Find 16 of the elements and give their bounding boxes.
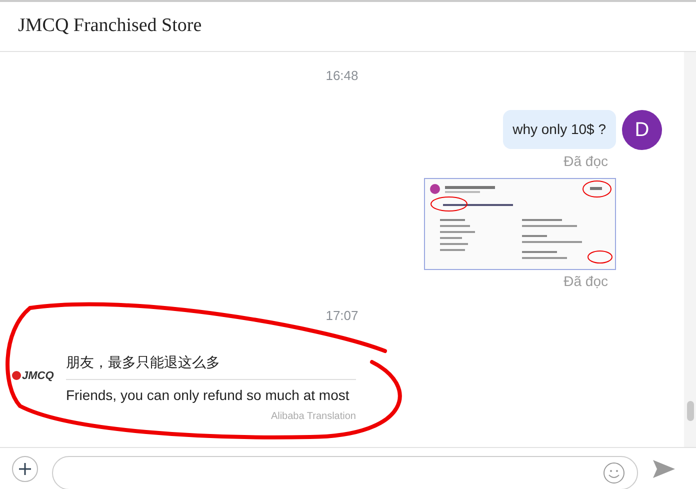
store-title: JMCQ Franchised Store bbox=[18, 14, 202, 38]
message-bubble: why only 10$ ? bbox=[502, 110, 616, 149]
add-button[interactable] bbox=[12, 456, 38, 482]
user-avatar: D bbox=[622, 110, 662, 150]
translated-text: Friends, you can only refund so much at most bbox=[66, 386, 350, 405]
logo-mark-icon bbox=[12, 371, 21, 380]
emoji-icon[interactable] bbox=[603, 462, 625, 484]
timestamp: 17:07 bbox=[326, 307, 358, 326]
message-text: 朋友，最多只能退这么多 bbox=[66, 352, 221, 372]
read-status: Đã đọc bbox=[564, 152, 608, 171]
read-status: Đã đọc bbox=[564, 272, 608, 291]
send-icon[interactable] bbox=[652, 458, 676, 478]
plus-icon bbox=[18, 462, 32, 476]
translation-label: Alibaba Translation bbox=[270, 410, 356, 424]
timestamp: 16:48 bbox=[326, 67, 358, 86]
store-logo: JMCQ bbox=[12, 368, 56, 384]
